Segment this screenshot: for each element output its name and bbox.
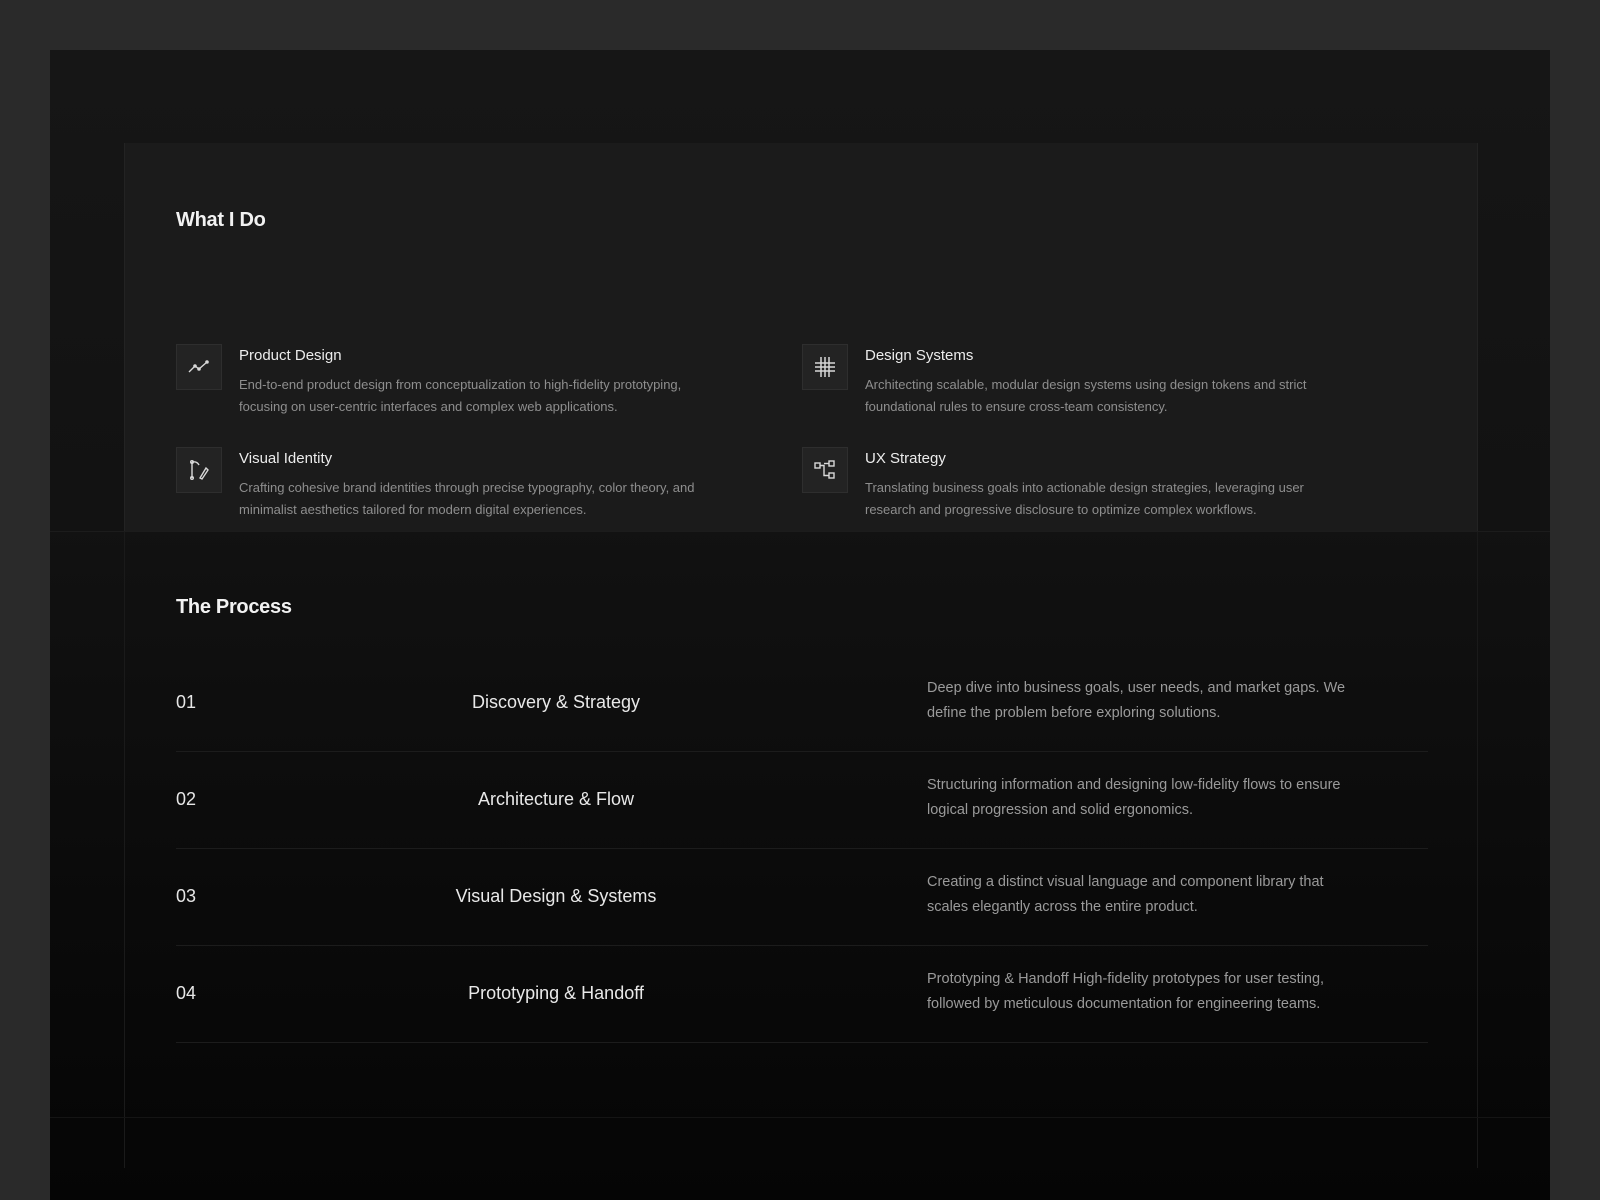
services-title: What I Do bbox=[176, 209, 266, 231]
service-description: Crafting cohesive brand identities throu… bbox=[239, 480, 695, 517]
service-product-design: Product Design End-to-end product design… bbox=[176, 344, 776, 424]
process-step: 04 Prototyping & Handoff Prototyping & H… bbox=[176, 945, 1428, 1043]
service-description: Translating business goals into actionab… bbox=[865, 480, 1304, 517]
service-title: UX Strategy bbox=[865, 450, 946, 467]
step-title: Visual Design & Systems bbox=[455, 886, 657, 906]
step-number: 03 bbox=[176, 886, 197, 906]
step-description: Prototyping & Handoff High-fidelity prot… bbox=[927, 971, 1325, 1012]
grid-icon bbox=[802, 344, 848, 390]
service-design-systems: Design Systems Architecting scalable, mo… bbox=[802, 344, 1402, 424]
process-title: The Process bbox=[176, 596, 292, 618]
service-description: End-to-end product design from conceptua… bbox=[239, 377, 682, 414]
process-step: 02 Architecture & Flow Structuring infor… bbox=[176, 751, 1428, 849]
step-description: Structuring information and designing lo… bbox=[927, 777, 1341, 818]
chart-line-icon bbox=[176, 344, 222, 390]
process-step: 01 Discovery & Strategy Deep dive into b… bbox=[176, 654, 1428, 752]
service-title: Visual Identity bbox=[239, 450, 333, 467]
service-visual-identity: Visual Identity Crafting cohesive brand … bbox=[176, 447, 776, 527]
step-description: Creating a distinct visual language and … bbox=[927, 874, 1324, 915]
process-section: The Process 01 Discovery & Strategy Deep… bbox=[124, 532, 1478, 1168]
step-number: 01 bbox=[176, 692, 197, 712]
section-divider bbox=[50, 1117, 1550, 1118]
process-step: 03 Visual Design & Systems Creating a di… bbox=[176, 848, 1428, 946]
page-frame: What I Do Product Design End-to-end prod… bbox=[50, 50, 1550, 1200]
services-section: What I Do Product Design End-to-end prod… bbox=[124, 143, 1478, 531]
step-title: Discovery & Strategy bbox=[471, 692, 641, 712]
step-number: 02 bbox=[176, 789, 197, 809]
service-description: Architecting scalable, modular design sy… bbox=[865, 377, 1307, 414]
step-title: Architecture & Flow bbox=[477, 789, 635, 809]
service-ux-strategy: UX Strategy Translating business goals i… bbox=[802, 447, 1402, 527]
flow-diagram-icon bbox=[802, 447, 848, 493]
pen-tool-icon bbox=[176, 447, 222, 493]
step-description: Deep dive into business goals, user need… bbox=[927, 680, 1346, 721]
step-number: 04 bbox=[176, 983, 197, 1003]
service-title: Design Systems bbox=[865, 347, 974, 364]
step-title: Prototyping & Handoff bbox=[468, 983, 644, 1003]
service-title: Product Design bbox=[239, 347, 342, 364]
